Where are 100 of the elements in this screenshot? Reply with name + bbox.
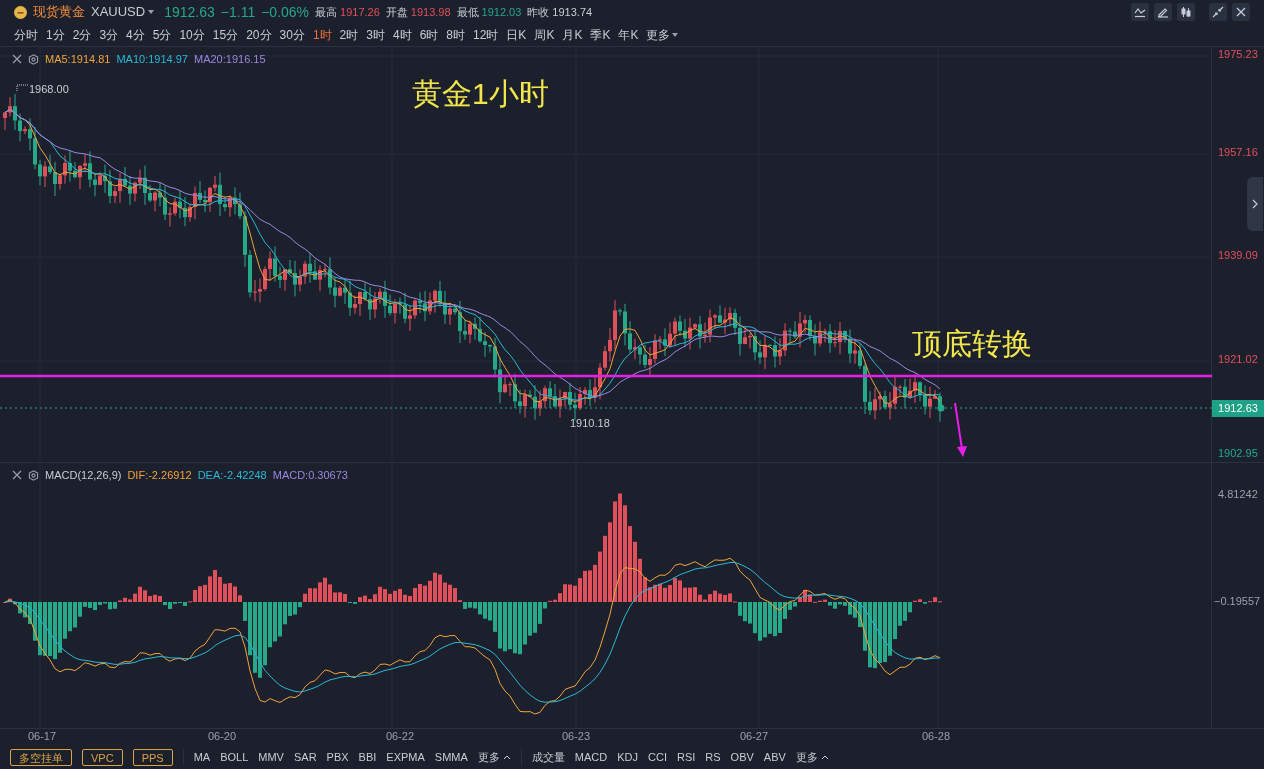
- caret-icon: [148, 10, 155, 14]
- settings-icon[interactable]: [28, 469, 39, 481]
- close-icon[interactable]: [12, 470, 22, 481]
- timeframe-tab[interactable]: 1时: [312, 26, 332, 44]
- timeframe-tab[interactable]: 周K: [534, 26, 555, 44]
- symbol-dropdown[interactable]: XAUUSD: [91, 2, 155, 22]
- indicator-button[interactable]: MA: [193, 748, 211, 766]
- macd-legend: DEA:-2.42248: [197, 467, 267, 484]
- coin-icon: [14, 5, 27, 19]
- timeframe-tab[interactable]: 分时: [14, 26, 38, 44]
- close-icon[interactable]: [1232, 3, 1250, 21]
- current-price-tag: 1912.63: [1212, 400, 1264, 417]
- caret-icon: [672, 33, 679, 37]
- indicator-button[interactable]: RSI: [676, 748, 696, 766]
- chevron-right-icon: [1252, 199, 1258, 209]
- expand-tab[interactable]: [1247, 177, 1263, 231]
- high-price-label: 1968.00: [29, 84, 69, 95]
- indicator-button[interactable]: OBV: [730, 748, 754, 766]
- high-marker: [16, 84, 29, 92]
- indicator-button[interactable]: BBI: [358, 748, 377, 766]
- last-price: 1912.63: [164, 2, 215, 22]
- timeframe-tab[interactable]: 1分: [46, 26, 65, 44]
- date-label: 06-27: [739, 731, 769, 742]
- timeframe-tab[interactable]: 4时: [392, 26, 412, 44]
- indicator-button[interactable]: CCI: [648, 748, 667, 766]
- indicator-button[interactable]: SAR: [293, 748, 317, 766]
- stat-label: 最高: [315, 4, 338, 20]
- indicator-button[interactable]: MMV: [258, 748, 284, 766]
- pencil-icon[interactable]: [1154, 3, 1172, 21]
- macd-axis-label: 4.81242: [1218, 489, 1258, 500]
- indicator-button[interactable]: EXPMA: [386, 748, 425, 766]
- indicator-button[interactable]: RS: [705, 748, 721, 766]
- stat-value: 1917.26: [340, 4, 380, 20]
- indicator-button[interactable]: KDJ: [617, 748, 638, 766]
- date-label: 06-28: [921, 731, 951, 742]
- macd-title: MACD(12,26,9): [45, 468, 122, 483]
- caret-up-icon: [502, 754, 511, 760]
- date-label: 06-17: [27, 731, 57, 742]
- timeframe-tab[interactable]: 3分: [99, 26, 119, 44]
- caret-up-icon: [820, 754, 829, 760]
- price-axis-label: 1939.09: [1218, 250, 1258, 261]
- percent-change: −0.06%: [261, 2, 310, 22]
- moving-average-legend: MA20:1916.15: [194, 51, 266, 68]
- price-axis-label: 1902.95: [1218, 448, 1258, 459]
- stat-value: 1912.03: [481, 4, 522, 20]
- order-button[interactable]: 多空挂单: [10, 748, 72, 766]
- down-arrow: [954, 402, 967, 457]
- stat-value: 1913.98: [410, 4, 451, 20]
- low-price-label: 1910.18: [570, 418, 610, 429]
- chart-title-annotation: 黄金1小时: [412, 79, 549, 109]
- price-axis-label: 1921.02: [1218, 354, 1258, 365]
- stat-label: 最低: [456, 4, 479, 20]
- price-axis-label: 1957.16: [1218, 147, 1258, 158]
- timeframe-tab[interactable]: 日K: [506, 26, 527, 44]
- trend-annotation: 顶底转换: [912, 329, 1032, 359]
- indicator-button[interactable]: 更多: [795, 748, 829, 766]
- more-timeframes-button[interactable]: 更多: [646, 26, 679, 44]
- current-price-dot: [937, 404, 945, 412]
- indicator-button[interactable]: SMMA: [434, 748, 468, 766]
- timeframe-tab[interactable]: 2分: [72, 26, 92, 44]
- timeframe-tab[interactable]: 8时: [446, 26, 465, 44]
- timeframe-tab[interactable]: 12时: [473, 26, 499, 44]
- timeframe-tab[interactable]: 年K: [618, 26, 639, 44]
- candlestick-icon[interactable]: [1177, 3, 1195, 21]
- macd-legend: MACD:0.30673: [272, 467, 348, 484]
- timeframe-tab[interactable]: 30分: [279, 26, 305, 44]
- timeframe-tab[interactable]: 2时: [339, 26, 359, 44]
- indicator-button[interactable]: 成交量: [531, 748, 565, 766]
- moving-average-legend: MA5:1914.81: [45, 51, 111, 68]
- timeframe-tab[interactable]: 3时: [366, 26, 385, 44]
- timeframe-tab[interactable]: 6时: [419, 26, 439, 44]
- timeframe-tab[interactable]: 季K: [590, 26, 611, 44]
- date-label: 06-20: [207, 731, 237, 742]
- date-label: 06-22: [385, 731, 415, 742]
- timeframe-tab[interactable]: 10分: [179, 26, 205, 44]
- stat-label: 开盘: [385, 4, 408, 20]
- order-button[interactable]: VPC: [82, 748, 123, 766]
- close-icon[interactable]: [12, 54, 22, 65]
- indicator-icon[interactable]: [1131, 3, 1149, 21]
- timeframe-tab[interactable]: 15分: [212, 26, 239, 44]
- macd-legend: DIF:-2.26912: [127, 467, 192, 484]
- order-button[interactable]: PPS: [132, 748, 173, 766]
- timeframe-tab[interactable]: 20分: [246, 26, 272, 44]
- timeframe-tab[interactable]: 4分: [126, 26, 145, 44]
- price-change: −1.11: [220, 2, 256, 22]
- settings-icon[interactable]: [28, 53, 39, 65]
- stat-label: 昨收: [527, 4, 550, 20]
- timeframe-tab[interactable]: 月K: [562, 26, 583, 44]
- macd-axis-label: −0.19557: [1214, 596, 1261, 607]
- instrument-name: 现货黄金: [33, 3, 85, 22]
- indicator-button[interactable]: BOLL: [220, 748, 249, 766]
- stat-value: 1913.74: [552, 4, 593, 20]
- moving-average-legend: MA10:1914.97: [116, 51, 188, 68]
- collapse-icon[interactable]: [1209, 3, 1227, 21]
- price-axis-label: 1975.23: [1218, 49, 1258, 60]
- timeframe-tab[interactable]: 5分: [152, 26, 172, 44]
- indicator-button[interactable]: 更多: [477, 748, 511, 766]
- indicator-button[interactable]: PBX: [326, 748, 349, 766]
- indicator-button[interactable]: ABV: [763, 748, 786, 766]
- indicator-button[interactable]: MACD: [574, 748, 608, 766]
